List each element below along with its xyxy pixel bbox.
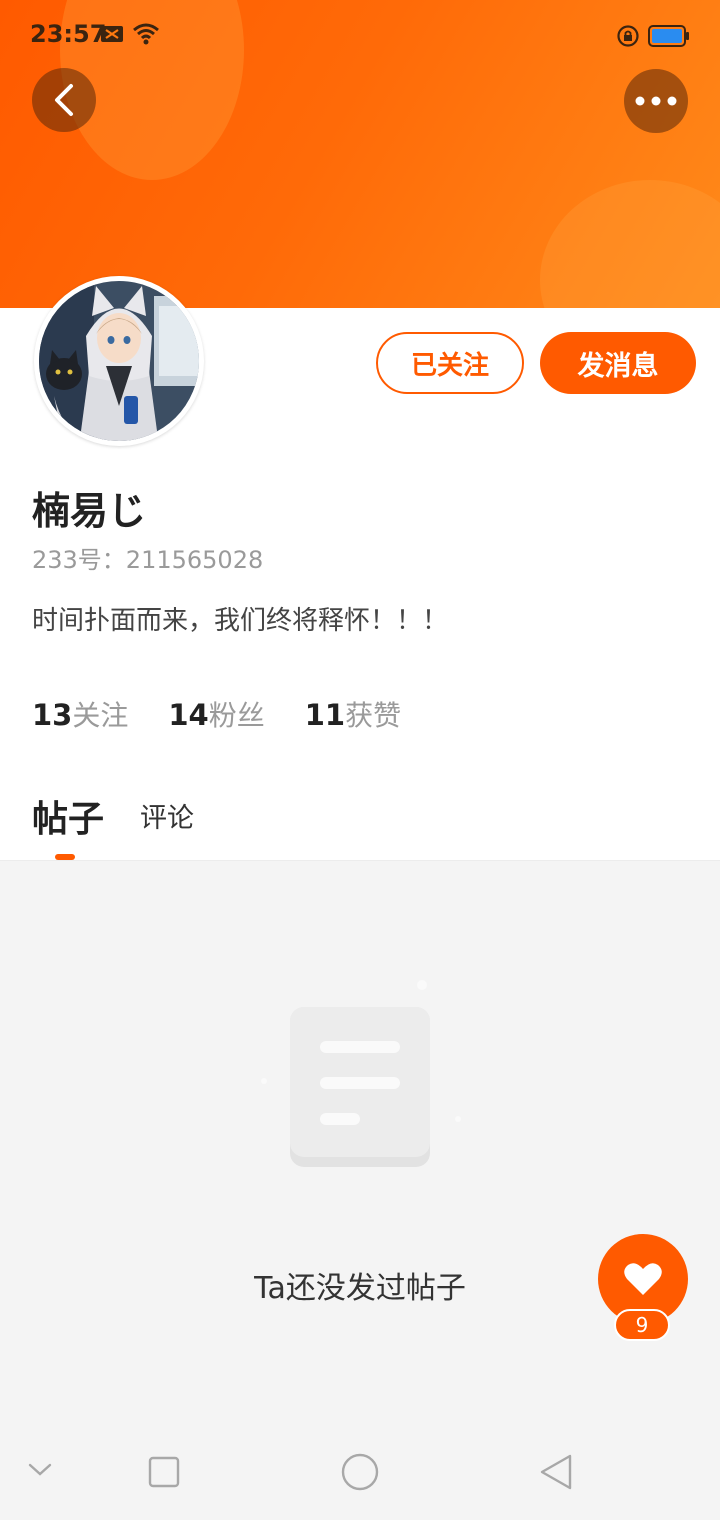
likes-received-label: 获赞 [345,699,402,732]
followers-count[interactable]: 14 粉丝 [168,694,264,734]
system-navigation-bar [0,1424,720,1520]
followers-count-label: 粉丝 [208,699,265,732]
tab-comments[interactable]: 评论 [140,796,194,835]
recent-apps-icon[interactable] [148,1456,180,1492]
following-count-value: 13 [32,698,73,732]
posts-empty-state: Ta还没发过帖子 [0,860,720,1425]
battery-icon [648,25,690,51]
status-bar: 23:57 [0,0,720,74]
following-count-label: 关注 [72,699,129,732]
profile-tabs: 帖子 评论 [0,780,720,860]
document-icon [250,971,470,1175]
status-time: 23:57 [30,20,107,48]
tab-posts[interactable]: 帖子 [32,790,104,842]
profile-stats: 13 关注 14 粉丝 11 获赞 [32,694,401,734]
chevron-left-icon [55,84,73,116]
home-circle-icon[interactable] [340,1452,380,1496]
rotation-lock-icon [616,24,640,52]
likes-received-value: 11 [304,698,346,732]
avatar[interactable] [34,276,204,446]
back-button[interactable] [32,68,96,132]
followers-count-value: 14 [168,698,209,732]
like-count-badge: 9 [614,1309,670,1341]
send-message-button[interactable]: 发消息 [540,332,696,394]
chevron-down-icon[interactable] [26,1460,54,1484]
user-id: 233号：211565028 [32,546,264,574]
likes-received-count[interactable]: 11 获赞 [305,694,401,734]
mail-icon [100,24,124,48]
avatar-image [35,277,203,445]
back-triangle-icon[interactable] [538,1452,574,1496]
heart-icon [624,1263,662,1295]
profile-screen: 23:57 已关注 发消息 楠易じ 233号：211565028 时间扑面而来，… [0,0,720,1520]
username: 楠易じ [32,489,147,533]
header-decoration [540,180,720,308]
more-dots-icon [635,96,677,106]
more-options-button[interactable] [624,69,688,133]
profile-header-banner: 23:57 [0,0,720,308]
following-count[interactable]: 13 关注 [32,694,128,734]
following-button[interactable]: 已关注 [376,332,524,394]
wifi-icon [132,22,160,50]
user-bio: 时间扑面而来，我们终将释怀！！！ [32,606,449,636]
